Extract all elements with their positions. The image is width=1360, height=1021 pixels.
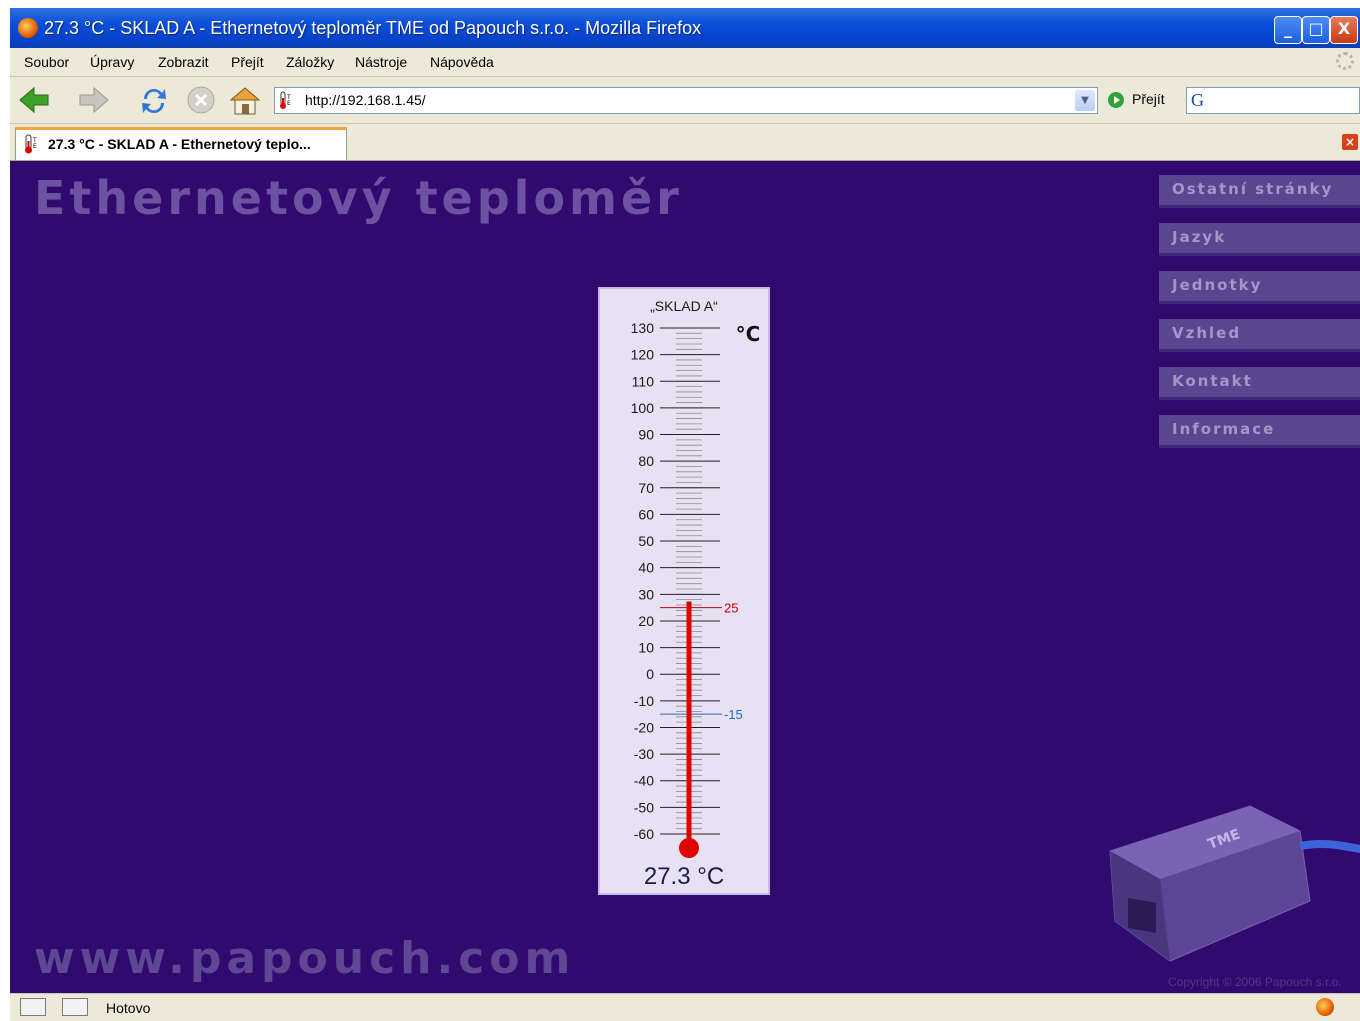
forward-icon[interactable] (78, 85, 110, 115)
tick-label: 50 (638, 533, 654, 549)
unit-label: °C (736, 322, 761, 346)
menu-soubor[interactable]: Soubor (24, 54, 69, 70)
page-title: Ethernetový teploměr (34, 171, 683, 225)
status-panel-icon[interactable] (20, 998, 46, 1016)
close-button[interactable]: X (1330, 16, 1358, 44)
home-icon[interactable] (228, 85, 260, 115)
tab-title: 27.3 °C - SKLAD A - Ethernetový teplo... (48, 136, 311, 152)
tick-label: 100 (631, 400, 655, 416)
copyright-text: Copyright © 2006 Papouch s.r.o. (1168, 975, 1342, 989)
menu-ostatni-stranky[interactable]: Ostatní stránky (1159, 175, 1360, 208)
tick-label: 80 (638, 453, 654, 469)
browser-window: 27.3 °C - SKLAD A - Ethernetový teploměr… (10, 8, 1360, 1021)
url-text: http://192.168.1.45/ (305, 92, 426, 108)
tick-label: 20 (638, 613, 654, 629)
tick-label: -20 (634, 719, 654, 735)
tick-label: 70 (638, 480, 654, 496)
menu-jednotky[interactable]: Jednotky (1159, 271, 1360, 304)
svg-text:E: E (33, 143, 37, 150)
menu-napoveda[interactable]: Nápověda (430, 54, 494, 70)
thermometer-panel: „SKLAD A“ °C 130 120 110 100 90 80 70 60 50 40 30 20 1… (598, 287, 770, 895)
tick-label: 130 (631, 320, 655, 336)
menu-upravy[interactable]: Úpravy (90, 54, 134, 70)
tick-label: -30 (634, 746, 654, 762)
tick-label: 40 (638, 560, 654, 576)
thermometer-tab-icon: T E (25, 134, 37, 154)
svg-text:E: E (287, 100, 291, 107)
tab-bar: T E 27.3 °C - SKLAD A - Ethernetový tepl… (10, 124, 1360, 161)
google-search-icon: G (1191, 90, 1204, 110)
status-text: Hotovo (106, 1000, 151, 1016)
menu-zobrazit[interactable]: Zobrazit (158, 54, 209, 70)
throbber-icon (1336, 52, 1354, 70)
tick-label: 110 (632, 373, 655, 389)
firefox-icon (18, 18, 38, 38)
status-pen-icon[interactable] (62, 998, 88, 1016)
navigation-toolbar: T E http://192.168.1.45/ ▼ Přejít G (10, 77, 1360, 124)
tab-active[interactable]: T E 27.3 °C - SKLAD A - Ethernetový tepl… (15, 127, 347, 160)
back-icon[interactable] (18, 85, 50, 115)
menu-informace[interactable]: Informace (1159, 415, 1360, 448)
tick-label: -40 (634, 773, 654, 789)
site-url: www.papouch.com (34, 933, 576, 984)
menu-nastroje[interactable]: Nástroje (355, 54, 407, 70)
search-field[interactable]: G (1186, 87, 1360, 114)
tick-label: 90 (638, 427, 654, 443)
minimize-button[interactable]: _ (1274, 16, 1302, 44)
side-menu: Ostatní stránky Jazyk Jednotky Vzhled Ko… (1159, 175, 1360, 463)
mercury-bulb (679, 838, 699, 858)
thermometer-favicon-icon: T E (280, 91, 291, 109)
url-dropdown-icon[interactable]: ▼ (1075, 90, 1095, 111)
stop-icon[interactable] (186, 85, 218, 115)
url-field[interactable]: T E http://192.168.1.45/ ▼ (274, 87, 1098, 114)
menu-jazyk[interactable]: Jazyk (1159, 223, 1360, 256)
tick-label: 10 (638, 640, 654, 656)
tick-label: -60 (634, 826, 654, 842)
go-label: Přejít (1132, 91, 1165, 107)
tick-label: -50 (634, 799, 654, 815)
status-bar: Hotovo (10, 993, 1360, 1021)
lower-limit-label: -15 (724, 707, 743, 722)
window-title: 27.3 °C - SKLAD A - Ethernetový teploměr… (44, 18, 702, 38)
page-content: Ethernetový teploměr Ostatní stránky Jaz… (10, 161, 1360, 993)
reload-icon[interactable] (138, 85, 170, 115)
menu-bar: Soubor Úpravy Zobrazit Přejít Záložky Ná… (10, 48, 1360, 77)
tick-label: 120 (631, 347, 655, 363)
temperature-readout: 27.3 °C (644, 863, 724, 890)
device-image: TME (1109, 805, 1360, 962)
maximize-button[interactable]: □ (1302, 16, 1330, 44)
upper-limit-label: 25 (724, 601, 738, 616)
tick-label: -10 (634, 693, 654, 709)
menu-zalozky[interactable]: Záložky (286, 54, 334, 70)
menu-vzhled[interactable]: Vzhled (1159, 319, 1360, 352)
thermometer-gauge: „SKLAD A“°C13012011010090807060504030201… (631, 298, 761, 890)
mercury-column (686, 601, 692, 846)
menu-kontakt[interactable]: Kontakt (1159, 367, 1360, 400)
firefox-status-icon (1316, 998, 1334, 1016)
tick-label: 30 (638, 586, 654, 602)
tick-label: 0 (646, 666, 654, 682)
tick-label: 60 (638, 506, 654, 522)
menu-prejit[interactable]: Přejít (231, 54, 264, 70)
tab-close-icon[interactable]: × (1342, 134, 1358, 150)
go-button[interactable]: Přejít (1108, 91, 1165, 109)
go-icon (1108, 92, 1124, 109)
title-bar[interactable]: 27.3 °C - SKLAD A - Ethernetový teploměr… (10, 8, 1360, 48)
sensor-name: „SKLAD A“ (650, 298, 718, 314)
